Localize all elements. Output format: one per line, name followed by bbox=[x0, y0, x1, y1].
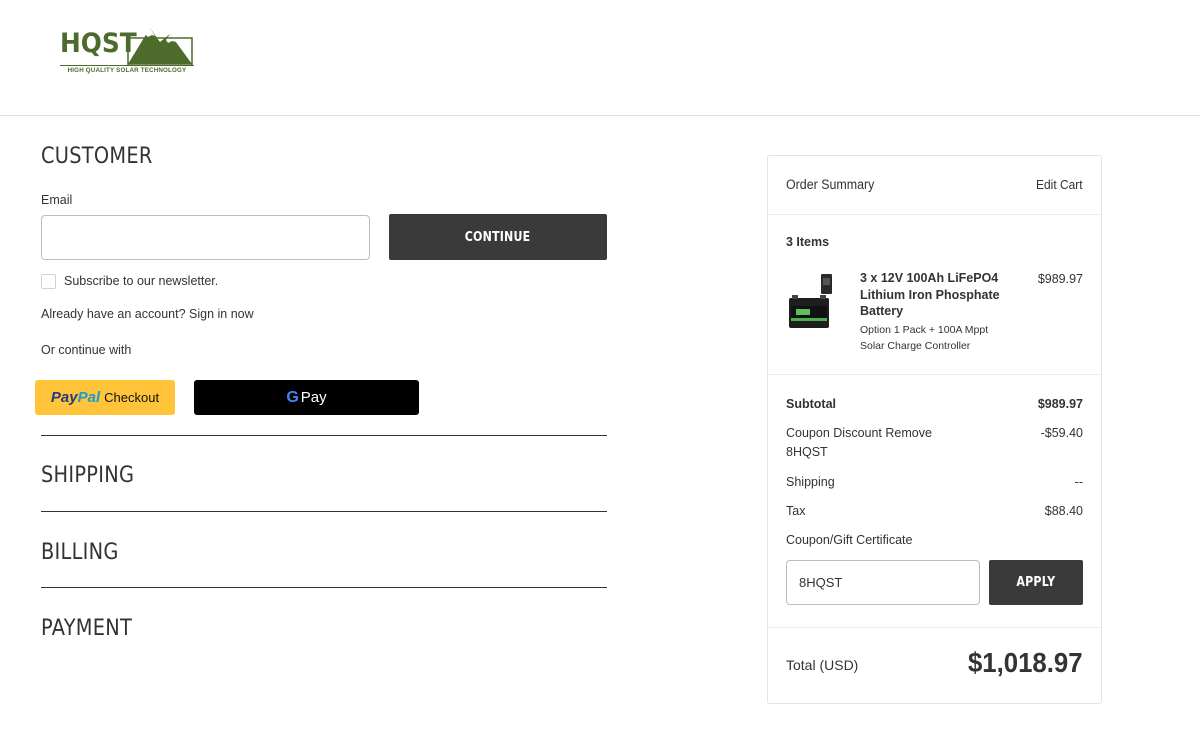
remove-coupon-link[interactable]: Remove bbox=[885, 426, 932, 440]
summary-divider bbox=[768, 627, 1101, 628]
payment-heading: PAYMENT bbox=[41, 616, 133, 641]
gpay-label: Pay bbox=[300, 389, 327, 406]
customer-heading: CUSTOMER bbox=[41, 144, 153, 169]
coupon-discount-row: Coupon Discount Remove bbox=[786, 426, 932, 440]
coupon-code: 8HQST bbox=[786, 445, 828, 459]
google-g-icon: G bbox=[286, 389, 299, 406]
coupon-discount-value: -$59.40 bbox=[1040, 426, 1083, 440]
subtotal-value: $989.97 bbox=[1037, 397, 1083, 411]
mountain-icon bbox=[127, 28, 193, 66]
summary-divider bbox=[768, 214, 1101, 215]
account-prompt: Already have an account? Sign in now bbox=[41, 307, 254, 321]
item-option: Option 1 Pack + 100A Mppt Solar Charge C… bbox=[860, 324, 989, 352]
summary-divider bbox=[768, 374, 1101, 375]
section-divider bbox=[41, 587, 607, 588]
continue-button[interactable]: CONTINUE bbox=[389, 214, 607, 260]
sign-in-link[interactable]: Sign in now bbox=[189, 307, 254, 321]
paypal-checkout-button[interactable]: PayPal Checkout bbox=[35, 380, 175, 415]
billing-heading: BILLING bbox=[41, 540, 119, 565]
hqst-logo[interactable]: HQST HIGH QUALITY SOLAR TECHNOLOGY bbox=[58, 24, 196, 78]
or-continue-label: Or continue with bbox=[41, 343, 132, 357]
order-summary-title: Order Summary bbox=[786, 177, 875, 192]
order-summary: Order Summary Edit Cart 3 Items 3 x 12V … bbox=[767, 155, 1102, 704]
newsletter-checkbox[interactable] bbox=[41, 274, 56, 289]
shipping-label: Shipping bbox=[786, 475, 835, 489]
paypal-logo-pal: Pal bbox=[77, 389, 101, 406]
google-pay-button[interactable]: G Pay bbox=[194, 380, 419, 415]
subtotal-label: Subtotal bbox=[786, 397, 836, 411]
email-label: Email bbox=[41, 193, 73, 207]
site-header: HQST HIGH QUALITY SOLAR TECHNOLOGY bbox=[0, 0, 1200, 116]
shipping-heading: SHIPPING bbox=[41, 463, 135, 488]
item-count: 3 Items bbox=[786, 235, 830, 249]
tax-value: $88.40 bbox=[1044, 504, 1083, 518]
total-value: $1,018.97 bbox=[968, 647, 1083, 678]
shipping-value: -- bbox=[1074, 475, 1083, 489]
account-prompt-text: Already have an account? bbox=[41, 307, 186, 321]
coupon-input[interactable] bbox=[786, 560, 980, 605]
newsletter-label[interactable]: Subscribe to our newsletter. bbox=[64, 274, 218, 288]
paypal-logo-pay: Pay bbox=[50, 389, 78, 406]
logo-tagline: HIGH QUALITY SOLAR TECHNOLOGY bbox=[60, 65, 194, 74]
section-divider bbox=[41, 511, 607, 512]
paypal-checkout-label: Checkout bbox=[104, 390, 160, 405]
total-label: Total (USD) bbox=[786, 657, 859, 673]
edit-cart-link[interactable]: Edit Cart bbox=[1036, 177, 1083, 192]
item-name: 3 x 12V 100Ah LiFePO4 Lithium Iron Phosp… bbox=[860, 271, 1000, 318]
coupon-field-label: Coupon/Gift Certificate bbox=[786, 533, 913, 547]
apply-coupon-button[interactable]: APPLY bbox=[989, 560, 1083, 605]
battery-product-image bbox=[789, 274, 832, 328]
section-divider bbox=[41, 435, 607, 436]
item-price: $989.97 bbox=[1037, 272, 1083, 286]
tax-label: Tax bbox=[786, 504, 806, 518]
coupon-discount-label: Coupon Discount bbox=[786, 426, 882, 440]
email-input[interactable] bbox=[41, 215, 370, 260]
